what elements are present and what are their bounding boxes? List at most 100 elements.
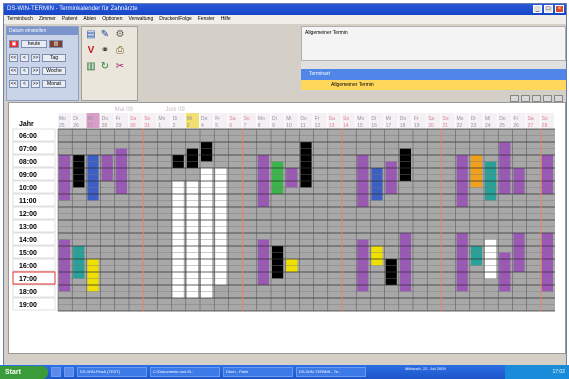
day-of-week-label: Fr [315,116,320,122]
day-of-week-label: Fr [414,116,419,122]
day-nav-row: << < >> Tag [9,53,66,62]
month-back-button[interactable]: < [20,79,29,88]
close-grid-button[interactable] [554,95,563,102]
time-label: 19:00 [19,302,37,309]
appointment-block[interactable] [371,168,383,201]
day-back-fast-button[interactable]: << [9,53,18,62]
time-label: 09:00 [19,172,37,179]
appointment-block[interactable] [186,148,198,169]
day-number-label: 1 [158,123,161,129]
menu-item[interactable]: Patient [62,15,78,24]
day-number-label: 21 [442,123,448,129]
appointment-block[interactable] [399,148,411,182]
appointment-block[interactable] [73,155,85,188]
appointment-block[interactable] [73,246,85,279]
pen-icon[interactable]: ✎ [99,29,111,41]
appointment-block[interactable] [201,142,213,162]
appointment-block[interactable] [87,259,99,292]
binoculars-icon[interactable]: ⚭ [99,45,111,57]
day-of-week-label: So [442,116,448,122]
day-number-label: 28 [542,123,548,129]
day-number-label: 9 [272,123,275,129]
minimize-grid-button[interactable] [543,95,552,102]
appointment-block[interactable] [272,161,284,195]
tools-icon[interactable]: ✂ [114,61,126,73]
zoom-out-icon[interactable] [510,95,519,102]
task-item[interactable]: DS-WIN-TERMIN - Te... [296,367,366,377]
week-back-fast-button[interactable]: << [9,66,18,75]
time-label: 12:00 [19,211,37,218]
time-label: 13:00 [19,224,37,231]
appointment-block[interactable] [470,155,482,188]
appointment-block[interactable] [286,168,298,188]
week-forward-button[interactable]: >> [31,66,40,75]
day-number-label: 27 [528,123,534,129]
settings-icon[interactable] [532,95,541,102]
appointment-block[interactable] [456,233,468,292]
toolbar-icon-panel: ▤ ✎ ⚙ V ⚭ ⎙ ▥ ↻ ✂ [81,26,138,101]
menu-item[interactable]: Drucken/Folge [159,15,192,24]
time-label: 17:00 [19,276,37,283]
task-item[interactable]: C:\Dokumente und Ei... [150,367,220,377]
today-button[interactable]: heute [21,39,47,48]
title-bar: DS-WIN-TERMIN - Terminkalender für Zahnä… [4,4,566,15]
calendar-svg: Mai 09 Juni 09JahrMo25Di26Mi27Do28Fr29Sa3… [12,107,555,312]
day-forward-button[interactable]: >> [31,53,40,62]
day-of-week-label: Mo [59,116,66,122]
week-back-button[interactable]: < [20,66,29,75]
month-view-button[interactable]: Monat [42,79,66,88]
menu-item[interactable]: Fenster [198,15,215,24]
day-number-label: 26 [513,123,519,129]
book-icon[interactable]: ▥ [49,39,63,48]
refresh-icon[interactable]: ↻ [99,61,111,73]
day-number-label: 12 [315,123,321,129]
grid-toolbar [510,95,563,102]
task-item[interactable]: DS-WIN-Plus5 (TEST) [77,367,147,377]
menu-item[interactable]: Terminbuch [7,15,33,24]
printer-icon[interactable]: ⎙ [114,45,126,57]
year-label: Jahr [19,121,34,128]
month-back-fast-button[interactable]: << [9,79,18,88]
task-item[interactable]: Dünn - Paint [223,367,293,377]
menu-item[interactable]: Zimmer [39,15,56,24]
close-button[interactable]: × [555,5,564,13]
gear-icon[interactable]: ⚙ [114,29,126,41]
day-view-button[interactable]: Tag [42,53,66,62]
window-title: DS-WIN-TERMIN - Terminkalender für Zahnä… [7,6,138,12]
terminart-selected-item[interactable]: Allgemeiner Termin [301,80,566,90]
appointment-block[interactable] [470,246,482,266]
clock[interactable]: 17:02 [552,369,565,375]
maximize-button[interactable]: □ [544,5,553,13]
zoom-in-icon[interactable] [521,95,530,102]
appointment-block[interactable] [541,233,553,292]
book-icon[interactable]: ▥ [85,61,97,73]
calendar-icon[interactable]: ▣ [9,39,19,48]
menu-item[interactable]: Hilfe [221,15,231,24]
v-icon[interactable]: V [85,45,97,57]
day-of-week-label: So [244,116,250,122]
menu-item[interactable]: Verwaltung [128,15,153,24]
minimize-button[interactable]: _ [533,5,542,13]
day-of-week-label: Sa [329,116,335,122]
appointment-block[interactable] [399,233,411,292]
day-number-label: 29 [116,123,122,129]
day-back-button[interactable]: < [20,53,29,62]
calendar-grid: Mai 09 Juni 09 Jahr Mo 25 Di 26 Mi 27 Do 28 Fr 29 Sa 3… [8,95,566,354]
day-number-label: 25 [499,123,505,129]
day-of-week-label: Mo [357,116,364,122]
day-of-week-label: Do [499,116,506,122]
day-number-label: 15 [357,123,363,129]
week-view-button[interactable]: Woche [42,66,66,75]
appointment-block[interactable] [385,161,397,195]
day-number-label: 22 [457,123,463,129]
menu-item[interactable]: Optionen [102,15,122,24]
monitor-icon[interactable]: ▤ [85,29,97,41]
day-of-week-label: Do [201,116,208,122]
menu-item[interactable]: Ablen [83,15,96,24]
month-forward-button[interactable]: >> [31,79,40,88]
quicklaunch-icon[interactable] [51,367,61,377]
start-button[interactable]: Start [0,365,48,379]
browser-icon[interactable] [64,367,74,377]
appointment-block[interactable] [272,246,284,279]
appointment-block[interactable] [371,246,383,266]
